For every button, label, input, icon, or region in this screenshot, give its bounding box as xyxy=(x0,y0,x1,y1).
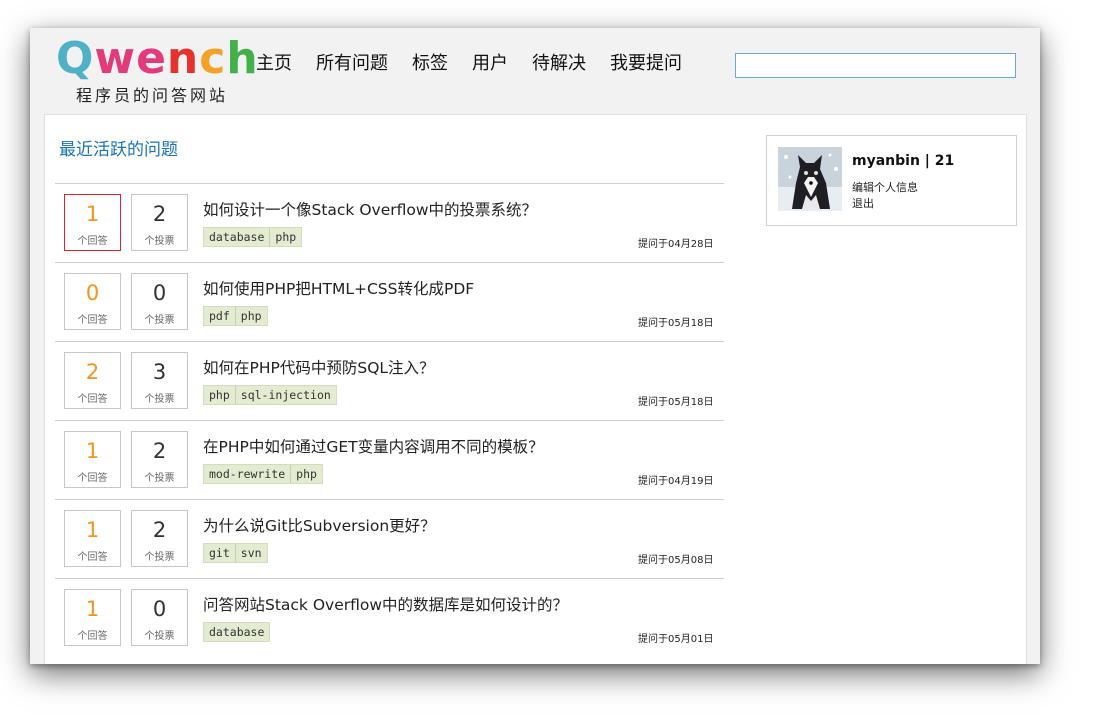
answer-count: 1 xyxy=(85,202,100,226)
vote-count-box: 3 个投票 xyxy=(131,352,188,409)
question-tag[interactable]: php xyxy=(234,307,267,325)
question-title[interactable]: 问答网站Stack Overflow中的数据库是如何设计的？ xyxy=(203,593,568,615)
question-tags: database xyxy=(203,622,271,642)
edit-profile-link[interactable]: 编辑个人信息 xyxy=(852,179,918,195)
question-tags: git svn xyxy=(203,543,268,563)
answer-count-box: 1 个回答 xyxy=(64,589,121,646)
question-tags: database php xyxy=(203,227,303,247)
site-header: Qwench 程序员的问答网站 主页 所有问题 标签 用户 待解决 我要提问 xyxy=(30,28,1040,114)
logout-link[interactable]: 退出 xyxy=(852,195,874,211)
answer-count: 0 xyxy=(85,281,100,305)
avatar[interactable] xyxy=(778,147,842,211)
question-title[interactable]: 如何在PHP代码中预防SQL注入？ xyxy=(203,356,435,378)
answer-count: 1 xyxy=(85,518,100,542)
vote-count-box: 2 个投票 xyxy=(131,194,188,251)
search-input[interactable] xyxy=(735,53,1016,78)
question-tag[interactable]: php xyxy=(290,465,322,483)
nav-all-questions[interactable]: 所有问题 xyxy=(316,52,388,76)
question-tag[interactable]: database xyxy=(204,228,269,246)
answer-count-label: 个回答 xyxy=(77,394,108,405)
answer-count-label: 个回答 xyxy=(77,315,108,326)
answer-count-box: 1 个回答 xyxy=(64,510,121,567)
question-row: 1 个回答 0 个投票 问答网站Stack Overflow中的数据库是如何设计的？ da… xyxy=(55,578,724,657)
logo-letter: n xyxy=(166,33,200,84)
question-tag[interactable]: database xyxy=(204,623,269,641)
question-row: 1 个回答 2 个投票 为什么说Git比Subversion更好？ git svn 提问于05… xyxy=(55,499,724,578)
main-content: 最近活跃的问题 1 个回答 2 个投票 如何设计一个像Stack Overflow中的投… xyxy=(44,114,1027,664)
answer-count-label: 个回答 xyxy=(77,236,108,247)
vote-count-label: 个投票 xyxy=(144,394,175,405)
nav-ask-question[interactable]: 我要提问 xyxy=(610,52,682,76)
question-tag[interactable]: svn xyxy=(234,544,267,562)
logo-letter: Q xyxy=(56,33,95,84)
question-tag[interactable]: mod-rewrite xyxy=(204,465,290,483)
question-tags: php sql-injection xyxy=(203,385,337,405)
question-tag[interactable]: sql-injection xyxy=(234,386,336,404)
nav-tags[interactable]: 标签 xyxy=(412,52,448,76)
question-row: 1 个回答 2 个投票 如何设计一个像Stack Overflow中的投票系统？ data… xyxy=(55,183,724,262)
logo-letter: w xyxy=(94,33,137,84)
logo-letter: e xyxy=(136,33,167,84)
vote-count-label: 个投票 xyxy=(144,315,175,326)
vote-count: 0 xyxy=(152,597,167,621)
nav-users[interactable]: 用户 xyxy=(472,52,508,76)
answer-count-box: 1 个回答 xyxy=(64,431,121,488)
nav-unanswered[interactable]: 待解决 xyxy=(532,52,586,76)
vote-count-box: 2 个投票 xyxy=(131,510,188,567)
main-nav: 主页 所有问题 标签 用户 待解决 我要提问 xyxy=(256,52,706,76)
question-date: 提问于04月19日 xyxy=(638,476,714,487)
vote-count-label: 个投票 xyxy=(144,236,175,247)
logo-letter: c xyxy=(199,33,227,84)
question-tags: mod-rewrite php xyxy=(203,464,323,484)
question-list: 1 个回答 2 个投票 如何设计一个像Stack Overflow中的投票系统？ data… xyxy=(55,183,724,657)
vote-count: 3 xyxy=(152,360,167,384)
vote-count: 2 xyxy=(152,202,167,226)
logo-tagline: 程序员的问答网站 xyxy=(76,86,229,105)
question-date: 提问于04月28日 xyxy=(638,239,714,250)
browser-window: Qwench 程序员的问答网站 主页 所有问题 标签 用户 待解决 我要提问 最… xyxy=(30,28,1040,664)
question-date: 提问于05月08日 xyxy=(638,555,714,566)
question-tag[interactable]: php xyxy=(204,386,235,404)
logo-wordmark: Qwench xyxy=(56,34,259,84)
question-date: 提问于05月18日 xyxy=(638,318,714,329)
username[interactable]: myanbin | 21 xyxy=(852,153,954,169)
question-tag[interactable]: php xyxy=(269,228,301,246)
question-tag[interactable]: pdf xyxy=(204,307,235,325)
question-date: 提问于05月01日 xyxy=(638,634,714,645)
vote-count: 0 xyxy=(152,281,167,305)
vote-count: 2 xyxy=(152,518,167,542)
question-date: 提问于05月18日 xyxy=(638,397,714,408)
answer-count-box: 1 个回答 xyxy=(64,194,121,251)
user-card: myanbin | 21 编辑个人信息 退出 xyxy=(766,135,1017,226)
answer-count-box: 2 个回答 xyxy=(64,352,121,409)
answer-count: 1 xyxy=(85,439,100,463)
vote-count-label: 个投票 xyxy=(144,473,175,484)
question-row: 1 个回答 2 个投票 在PHP中如何通过GET变量内容调用不同的模板？ mod-rewr… xyxy=(55,420,724,499)
answer-count: 1 xyxy=(85,597,100,621)
answer-count-label: 个回答 xyxy=(77,631,108,642)
question-tag[interactable]: git xyxy=(204,544,235,562)
vote-count-label: 个投票 xyxy=(144,552,175,563)
question-title[interactable]: 如何设计一个像Stack Overflow中的投票系统？ xyxy=(203,198,537,220)
answer-count-label: 个回答 xyxy=(77,473,108,484)
vote-count-box: 0 个投票 xyxy=(131,273,188,330)
logo-letter: h xyxy=(226,33,259,84)
answer-count-label: 个回答 xyxy=(77,552,108,563)
question-title[interactable]: 为什么说Git比Subversion更好？ xyxy=(203,514,436,536)
question-row: 2 个回答 3 个投票 如何在PHP代码中预防SQL注入？ php sql-injectio… xyxy=(55,341,724,420)
nav-home[interactable]: 主页 xyxy=(256,52,292,76)
vote-count: 2 xyxy=(152,439,167,463)
question-row: 0 个回答 0 个投票 如何使用PHP把HTML+CSS转化成PDF pdf php 提问于0… xyxy=(55,262,724,341)
question-tags: pdf php xyxy=(203,306,268,326)
vote-count-box: 2 个投票 xyxy=(131,431,188,488)
answer-count-box: 0 个回答 xyxy=(64,273,121,330)
vote-count-box: 0 个投票 xyxy=(131,589,188,646)
section-title: 最近活跃的问题 xyxy=(59,140,178,160)
vote-count-label: 个投票 xyxy=(144,631,175,642)
site-logo[interactable]: Qwench 程序员的问答网站 xyxy=(56,34,259,106)
question-title[interactable]: 在PHP中如何通过GET变量内容调用不同的模板？ xyxy=(203,435,544,457)
question-title[interactable]: 如何使用PHP把HTML+CSS转化成PDF xyxy=(203,277,474,299)
answer-count: 2 xyxy=(85,360,100,384)
